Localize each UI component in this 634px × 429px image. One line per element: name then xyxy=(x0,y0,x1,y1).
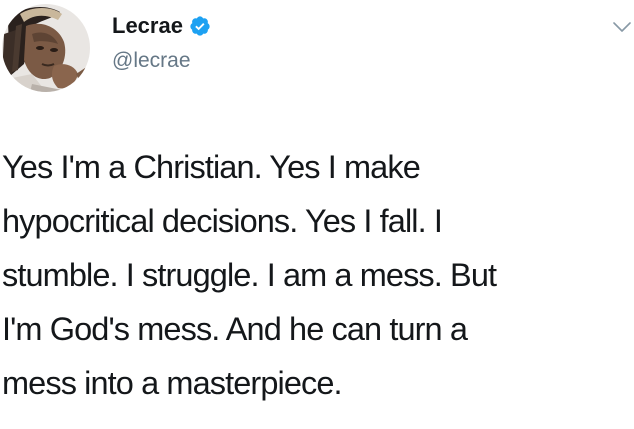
tweet-text-line: stumble. I struggle. I am a mess. But xyxy=(2,257,497,293)
verified-badge-icon xyxy=(190,16,210,36)
display-name[interactable]: Lecrae xyxy=(112,12,183,40)
tweet-card: Lecrae @lecrae Yes I'm a Christian. Yes … xyxy=(0,0,634,429)
tweet-text-line: hypocritical decisions. Yes I fall. I xyxy=(2,203,443,239)
tweet-text-line: mess into a masterpiece. xyxy=(2,365,343,401)
user-handle[interactable]: @lecrae xyxy=(112,48,191,74)
tweet-text-line: I'm God's mess. And he can turn a xyxy=(2,311,468,347)
tweet-text-line: Yes I'm a Christian. Yes I make xyxy=(2,149,421,185)
avatar-photo xyxy=(2,4,90,92)
author-name-row: Lecrae xyxy=(112,12,211,40)
tweet-text: Yes I'm a Christian. Yes I make hypocrit… xyxy=(2,140,628,410)
chevron-down-icon[interactable] xyxy=(613,20,631,34)
avatar[interactable] xyxy=(2,4,90,92)
